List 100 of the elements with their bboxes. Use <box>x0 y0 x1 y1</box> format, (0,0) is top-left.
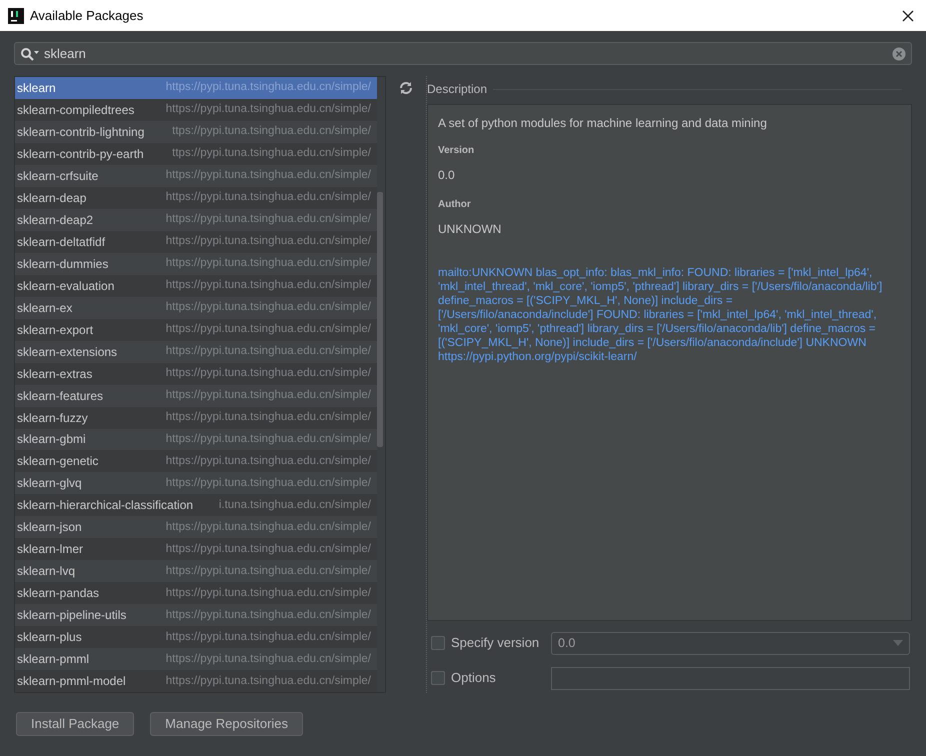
package-row[interactable]: sklearn-gbmi https://pypi.tuna.tsinghua.edu.cn/simple/ <box>15 428 377 450</box>
package-source: https://pypi.tuna.tsinghua.edu.cn/simple/ <box>166 322 371 338</box>
section-heading: Description <box>427 81 488 98</box>
package-source: https://pypi.tuna.tsinghua.edu.cn/simple/ <box>166 344 371 359</box>
package-name: sklearn-evaluation <box>17 278 116 295</box>
package-row[interactable]: sklearn-lmer https://pypi.tuna.tsinghua.edu.cn/simple/ <box>15 538 377 560</box>
package-name: sklearn-extensions <box>17 344 118 361</box>
project-link[interactable]: https://pypi.python.org/pypi/scikit-learn/ <box>438 350 901 364</box>
package-source: https://pypi.tuna.tsinghua.edu.cn/simple/ <box>166 102 371 118</box>
package-row[interactable]: sklearn-pandas https://pypi.tuna.tsinghua.edu.cn/simple/ <box>15 582 377 604</box>
package-row[interactable]: sklearn-deltatfidf https://pypi.tuna.tsinghua.edu.cn/simple/ <box>15 230 377 253</box>
package-row[interactable]: sklearn-export https://pypi.tuna.tsinghua.edu.cn/simple/ <box>15 318 377 341</box>
author-label: Author <box>438 198 472 212</box>
package-name: sklearn-ex <box>17 300 74 317</box>
package-name: sklearn-lmer <box>17 541 84 558</box>
search-icon <box>20 46 40 60</box>
package-row[interactable]: sklearn-lvq https://pypi.tuna.tsinghua.edu.cn/simple/ <box>15 560 377 582</box>
package-name: sklearn-contrib-lightning <box>17 124 146 141</box>
package-name: sklearn-fuzzy <box>17 410 89 427</box>
package-row[interactable]: sklearn-fuzzy https://pypi.tuna.tsinghua.edu.cn/simple/ <box>15 406 377 428</box>
package-row[interactable]: sklearn-extensions https://pypi.tuna.tsinghua.edu.cn/simple/ <box>15 340 377 363</box>
package-name: sklearn-hierarchical-classification <box>17 497 194 514</box>
package-row[interactable]: sklearn-plus https://pypi.tuna.tsinghua.edu.cn/simple/ <box>15 626 377 648</box>
package-row[interactable]: sklearn-crfsuite https://pypi.tuna.tsinghua.edu.cn/simple/ <box>15 164 377 187</box>
package-name: sklearn-compiledtrees <box>17 102 136 119</box>
description-summary: A set of python modules for machine learning and data mining <box>438 115 768 132</box>
checkbox[interactable] <box>431 636 445 650</box>
package-row[interactable]: sklearn-glvq https://pypi.tuna.tsinghua.edu.cn/simple/ <box>15 472 377 494</box>
package-row[interactable]: sklearn-features https://pypi.tuna.tsinghua.edu.cn/simple/ <box>15 384 377 407</box>
package-row[interactable]: sklearn https://pypi.tuna.tsinghua.edu.cn/simple/ <box>15 77 377 99</box>
package-source: https://pypi.tuna.tsinghua.edu.cn/simple/ <box>166 454 371 469</box>
scrollbar-thumb[interactable] <box>377 192 383 447</box>
package-source: https://pypi.tuna.tsinghua.edu.cn/simple/ <box>166 388 371 403</box>
package-source: https://pypi.tuna.tsinghua.edu.cn/simple/ <box>166 608 371 623</box>
app-icon <box>8 8 24 24</box>
package-source: https://pypi.tuna.tsinghua.edu.cn/simple/ <box>166 278 371 294</box>
package-source: https://pypi.tuna.tsinghua.edu.cn/simple/ <box>166 410 371 425</box>
package-name: sklearn-gbmi <box>17 431 87 448</box>
package-row[interactable]: sklearn-pipeline-utils https://pypi.tuna.tsinghua.edu.cn/simple/ <box>15 604 377 626</box>
package-row[interactable]: sklearn-contrib-lightning ttps://pypi.tuna.tsinghua.edu.cn/simple/ <box>15 120 377 143</box>
package-name: sklearn-extras <box>17 366 94 383</box>
package-source: https://pypi.tuna.tsinghua.edu.cn/simple/ <box>166 630 371 645</box>
package-row[interactable]: sklearn-hierarchical-classification i.tuna.tsinghua.edu.cn/simple/ <box>15 494 377 516</box>
package-row[interactable]: sklearn-json https://pypi.tuna.tsinghua.edu.cn/simple/ <box>15 516 377 538</box>
package-row[interactable]: sklearn-contrib-py-earth ttps://pypi.tuna.tsinghua.edu.cn/simple/ <box>15 142 377 165</box>
package-name: sklearn-lvq <box>17 563 76 580</box>
package-source: https://pypi.tuna.tsinghua.edu.cn/simple/ <box>166 300 371 316</box>
package-name: sklearn-deap2 <box>17 212 94 229</box>
caret-icon <box>893 640 903 646</box>
package-source: https://pypi.tuna.tsinghua.edu.cn/simple/ <box>166 168 371 184</box>
checkbox[interactable] <box>431 671 445 685</box>
package-row[interactable]: sklearn-evaluation https://pypi.tuna.tsinghua.edu.cn/simple/ <box>15 274 377 297</box>
dialog-button[interactable]: Manage Repositories <box>150 712 304 736</box>
package-name: sklearn-genetic <box>17 453 100 470</box>
window-title: Available Packages <box>30 6 144 25</box>
package-row[interactable]: sklearn-compiledtrees https://pypi.tuna.tsinghua.edu.cn/simple/ <box>15 98 377 121</box>
search-field[interactable]: sklearn <box>14 42 912 65</box>
package-name: sklearn-glvq <box>17 475 83 492</box>
package-source: ttps://pypi.tuna.tsinghua.edu.cn/simple/ <box>172 146 371 162</box>
search-text: sklearn <box>44 44 87 63</box>
package-name: sklearn-deap <box>17 190 88 207</box>
version-label: Version <box>438 144 476 158</box>
dropdown-value: 0.0 <box>558 634 576 652</box>
specify-version-label: Specify version <box>451 634 540 652</box>
version-dropdown[interactable]: 0.0 <box>551 632 910 654</box>
package-name: sklearn-dummies <box>17 256 110 273</box>
options-field[interactable] <box>551 666 910 690</box>
author-value: UNKNOWN <box>438 221 502 238</box>
package-source: https://pypi.tuna.tsinghua.edu.cn/simple/ <box>166 542 371 557</box>
package-row[interactable]: sklearn-dummies https://pypi.tuna.tsinghua.edu.cn/simple/ <box>15 252 377 275</box>
package-source: https://pypi.tuna.tsinghua.edu.cn/simple/ <box>166 674 371 689</box>
package-source: https://pypi.tuna.tsinghua.edu.cn/simple/ <box>166 366 371 381</box>
refresh-icon[interactable] <box>399 81 413 95</box>
package-row[interactable]: sklearn-deap https://pypi.tuna.tsinghua.edu.cn/simple/ <box>15 186 377 209</box>
package-source: https://pypi.tuna.tsinghua.edu.cn/simple/ <box>166 476 371 491</box>
package-source: https://pypi.tuna.tsinghua.edu.cn/simple/ <box>166 586 371 601</box>
package-row[interactable]: sklearn-pmml-model https://pypi.tuna.tsinghua.edu.cn/simple/ <box>15 670 377 692</box>
package-row[interactable]: sklearn-extras https://pypi.tuna.tsinghua.edu.cn/simple/ <box>15 362 377 385</box>
package-source: https://pypi.tuna.tsinghua.edu.cn/simple/ <box>166 212 371 228</box>
package-source: https://pypi.tuna.tsinghua.edu.cn/simple/ <box>166 564 371 579</box>
package-name: sklearn-crfsuite <box>17 168 100 185</box>
options-label: Options <box>451 669 497 688</box>
package-name: sklearn-plus <box>17 629 83 646</box>
package-name: sklearn-export <box>17 322 94 339</box>
package-row[interactable]: sklearn-ex https://pypi.tuna.tsinghua.edu.cn/simple/ <box>15 296 377 319</box>
package-source: https://pypi.tuna.tsinghua.edu.cn/simple/ <box>166 234 371 250</box>
package-name: sklearn <box>17 80 57 97</box>
package-row[interactable]: sklearn-genetic https://pypi.tuna.tsinghua.edu.cn/simple/ <box>15 450 377 472</box>
close-icon[interactable] <box>902 10 914 22</box>
package-name: sklearn-pandas <box>17 585 100 602</box>
package-source: https://pypi.tuna.tsinghua.edu.cn/simple/ <box>166 520 371 535</box>
package-name: sklearn-contrib-py-earth <box>17 146 145 163</box>
dialog-button[interactable]: Install Package <box>16 712 134 736</box>
package-name: sklearn-json <box>17 519 83 536</box>
package-source: https://pypi.tuna.tsinghua.edu.cn/simple/ <box>166 432 371 447</box>
package-row[interactable]: sklearn-pmml https://pypi.tuna.tsinghua.edu.cn/simple/ <box>15 648 377 670</box>
package-row[interactable]: sklearn-deap2 https://pypi.tuna.tsinghua.edu.cn/simple/ <box>15 208 377 231</box>
package-name: sklearn-pmml <box>17 651 90 668</box>
package-source: https://pypi.tuna.tsinghua.edu.cn/simple/ <box>166 256 371 272</box>
clear-icon[interactable] <box>892 46 906 60</box>
